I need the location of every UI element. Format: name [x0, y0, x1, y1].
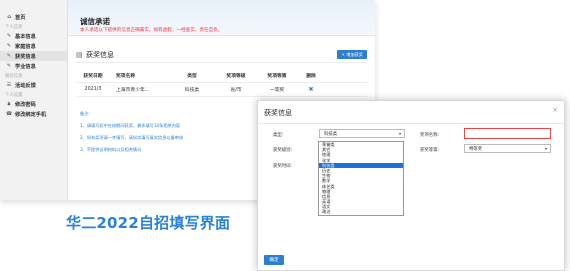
- column-header: 删除: [306, 74, 316, 79]
- table-header: 获奖日期 奖项名称 类型 奖项等级 奖项等第 删除: [76, 69, 367, 83]
- chevron-down-icon: ▾: [544, 146, 547, 151]
- column-header: 奖项名称: [116, 74, 136, 79]
- dropdown-option[interactable]: 政治: [319, 209, 403, 214]
- edit-icon: ✎: [6, 43, 12, 49]
- lock-icon: 🔒︎: [7, 101, 11, 107]
- award-grade-value: 特等奖: [469, 146, 483, 152]
- award-time-label: 获奖时间:: [273, 164, 293, 169]
- notes-label: 备注:: [80, 111, 90, 116]
- sidebar: ⌂ 首页 个人信息 ✎ 基本信息 ✎ 家庭信息 ✎ 获奖信息 ✎ 学业信息 报名…: [0, 0, 68, 200]
- add-award-button[interactable]: + 增加获奖: [337, 50, 367, 59]
- sidebar-item-label: 家庭信息: [15, 43, 36, 50]
- home-icon: ⌂: [7, 14, 11, 20]
- confirm-button[interactable]: 确定: [264, 255, 284, 265]
- type-label: 类型:: [273, 133, 284, 138]
- table-cell: 上海市青少年...: [116, 88, 150, 93]
- sidebar-item-family[interactable]: ✎ 家庭信息: [0, 41, 67, 51]
- award-modal: 获奖信息 × 类型: 科技类 ▾ 奖项名称: 获奖级别: 获奖等第: 特等奖 ▾…: [257, 100, 565, 271]
- note-line: 2、如有奖项请一并填写，请如实填写真实信息以备审核: [80, 135, 184, 140]
- sidebar-item-label: 基本信息: [15, 33, 36, 40]
- close-icon[interactable]: ×: [552, 106, 558, 114]
- sidebar-group-settings: 个人设置: [5, 92, 23, 98]
- note-line: 1、请填写初中在校期间获奖，最多填写10条相关内容: [80, 123, 181, 128]
- phone-icon: ☎: [6, 111, 13, 117]
- award-name-label: 奖项名称:: [420, 133, 440, 138]
- table-cell: ✖: [298, 86, 324, 93]
- chevron-down-icon: ▾: [398, 131, 401, 136]
- table-cell: 2021/3: [84, 87, 102, 92]
- table-row: 2021/3 上海市青少年... 科技类 省/市 一等奖 ✖: [76, 83, 367, 97]
- awards-table: 获奖日期 奖项名称 类型 奖项等级 奖项等第 删除 2021/3 上海市青少年.…: [76, 69, 367, 97]
- sidebar-group-enroll: 报名信息: [5, 73, 23, 79]
- award-level-label: 获奖级别:: [273, 148, 293, 153]
- type-dropdown-list: 荣誉类 其它 地理 化学 科技类 历史 生物 数学 体艺类 物理 信息 英语 语文 政治: [318, 141, 404, 216]
- awards-section-header: ▤ 获奖信息 + 增加获奖: [76, 49, 367, 63]
- divider: [258, 123, 564, 124]
- sidebar-item-label: 活动反馈: [15, 82, 36, 89]
- table-cell: 科技类: [184, 88, 200, 93]
- list-icon: ▤: [76, 51, 83, 59]
- edit-icon: ✎: [6, 63, 12, 69]
- modal-title: 获奖信息: [264, 109, 292, 117]
- column-header: 奖项等级: [226, 74, 246, 79]
- sidebar-item-awards[interactable]: ✎ 获奖信息: [0, 51, 67, 61]
- list-icon: ☰: [6, 82, 12, 88]
- sidebar-item-label: 学业信息: [15, 63, 36, 70]
- banner-title: 诚信承诺: [80, 17, 110, 26]
- table-cell: 一等奖: [269, 88, 285, 93]
- type-select[interactable]: 科技类 ▾: [319, 129, 405, 138]
- award-name-input[interactable]: [464, 128, 551, 139]
- sidebar-item-label: 获奖信息: [15, 53, 36, 60]
- sidebar-item-label: 首页: [15, 14, 26, 21]
- integrity-banner: 诚信承诺 本人承诺以下提供的信息正确属实，如有虚假，一经查实，责任自负。: [68, 0, 375, 36]
- banner-text: 本人承诺以下提供的信息正确属实，如有虚假，一经查实，责任自负。: [80, 28, 223, 33]
- sidebar-item-label: 修改密码: [15, 101, 36, 108]
- sidebar-item-academic[interactable]: ✎ 学业信息: [0, 61, 67, 71]
- table-cell: 省/市: [230, 88, 242, 93]
- section-title: 获奖信息: [86, 51, 114, 59]
- sidebar-item-home[interactable]: ⌂ 首页: [0, 12, 67, 22]
- sidebar-item-basic[interactable]: ✎ 基本信息: [0, 31, 67, 41]
- type-select-value: 科技类: [324, 131, 338, 137]
- award-grade-label: 获奖等第:: [420, 148, 440, 153]
- sidebar-group-personal: 个人信息: [5, 24, 23, 30]
- sidebar-item-password[interactable]: 🔒︎ 修改密码: [0, 99, 67, 109]
- note-line: 3、不提供证明材料以及相关情况: [80, 147, 142, 152]
- edit-icon: ✎: [6, 53, 12, 59]
- edit-icon: ✎: [6, 33, 12, 39]
- sidebar-item-label: 修改绑定手机: [15, 111, 47, 118]
- column-header: 获奖日期: [83, 74, 103, 79]
- notes: 备注: 1、请填写初中在校期间获奖，最多填写10条相关内容 2、如有奖项请一并填…: [80, 111, 183, 159]
- column-header: 奖项等第: [267, 74, 287, 79]
- award-grade-select[interactable]: 特等奖 ▾: [464, 144, 551, 153]
- caption: 华二2022自招填写界面: [66, 214, 231, 232]
- column-header: 类型: [187, 74, 197, 79]
- sidebar-item-feedback[interactable]: ☰ 活动反馈: [0, 80, 67, 90]
- delete-icon[interactable]: ✖: [308, 86, 313, 93]
- sidebar-item-phone[interactable]: ☎ 修改绑定手机: [0, 109, 67, 119]
